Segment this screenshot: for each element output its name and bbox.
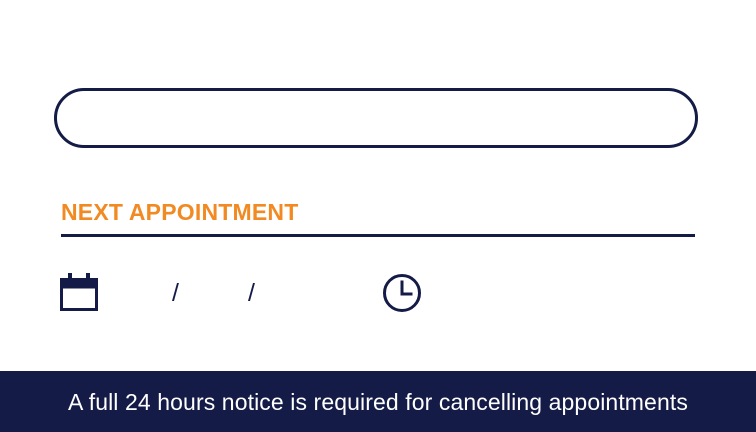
calendar-icon bbox=[60, 273, 98, 311]
appointment-card: NEXT APPOINTMENT / / A full 24 hours not… bbox=[0, 0, 756, 432]
footer-band: A full 24 hours notice is required for c… bbox=[0, 371, 756, 432]
date-separator: / bbox=[248, 279, 255, 307]
cancellation-notice: A full 24 hours notice is required for c… bbox=[68, 389, 688, 415]
clock-icon bbox=[383, 274, 421, 312]
date-separator: / bbox=[172, 279, 179, 307]
section-divider bbox=[61, 234, 695, 237]
name-field[interactable] bbox=[54, 88, 698, 148]
next-appointment-title: NEXT APPOINTMENT bbox=[61, 199, 299, 225]
